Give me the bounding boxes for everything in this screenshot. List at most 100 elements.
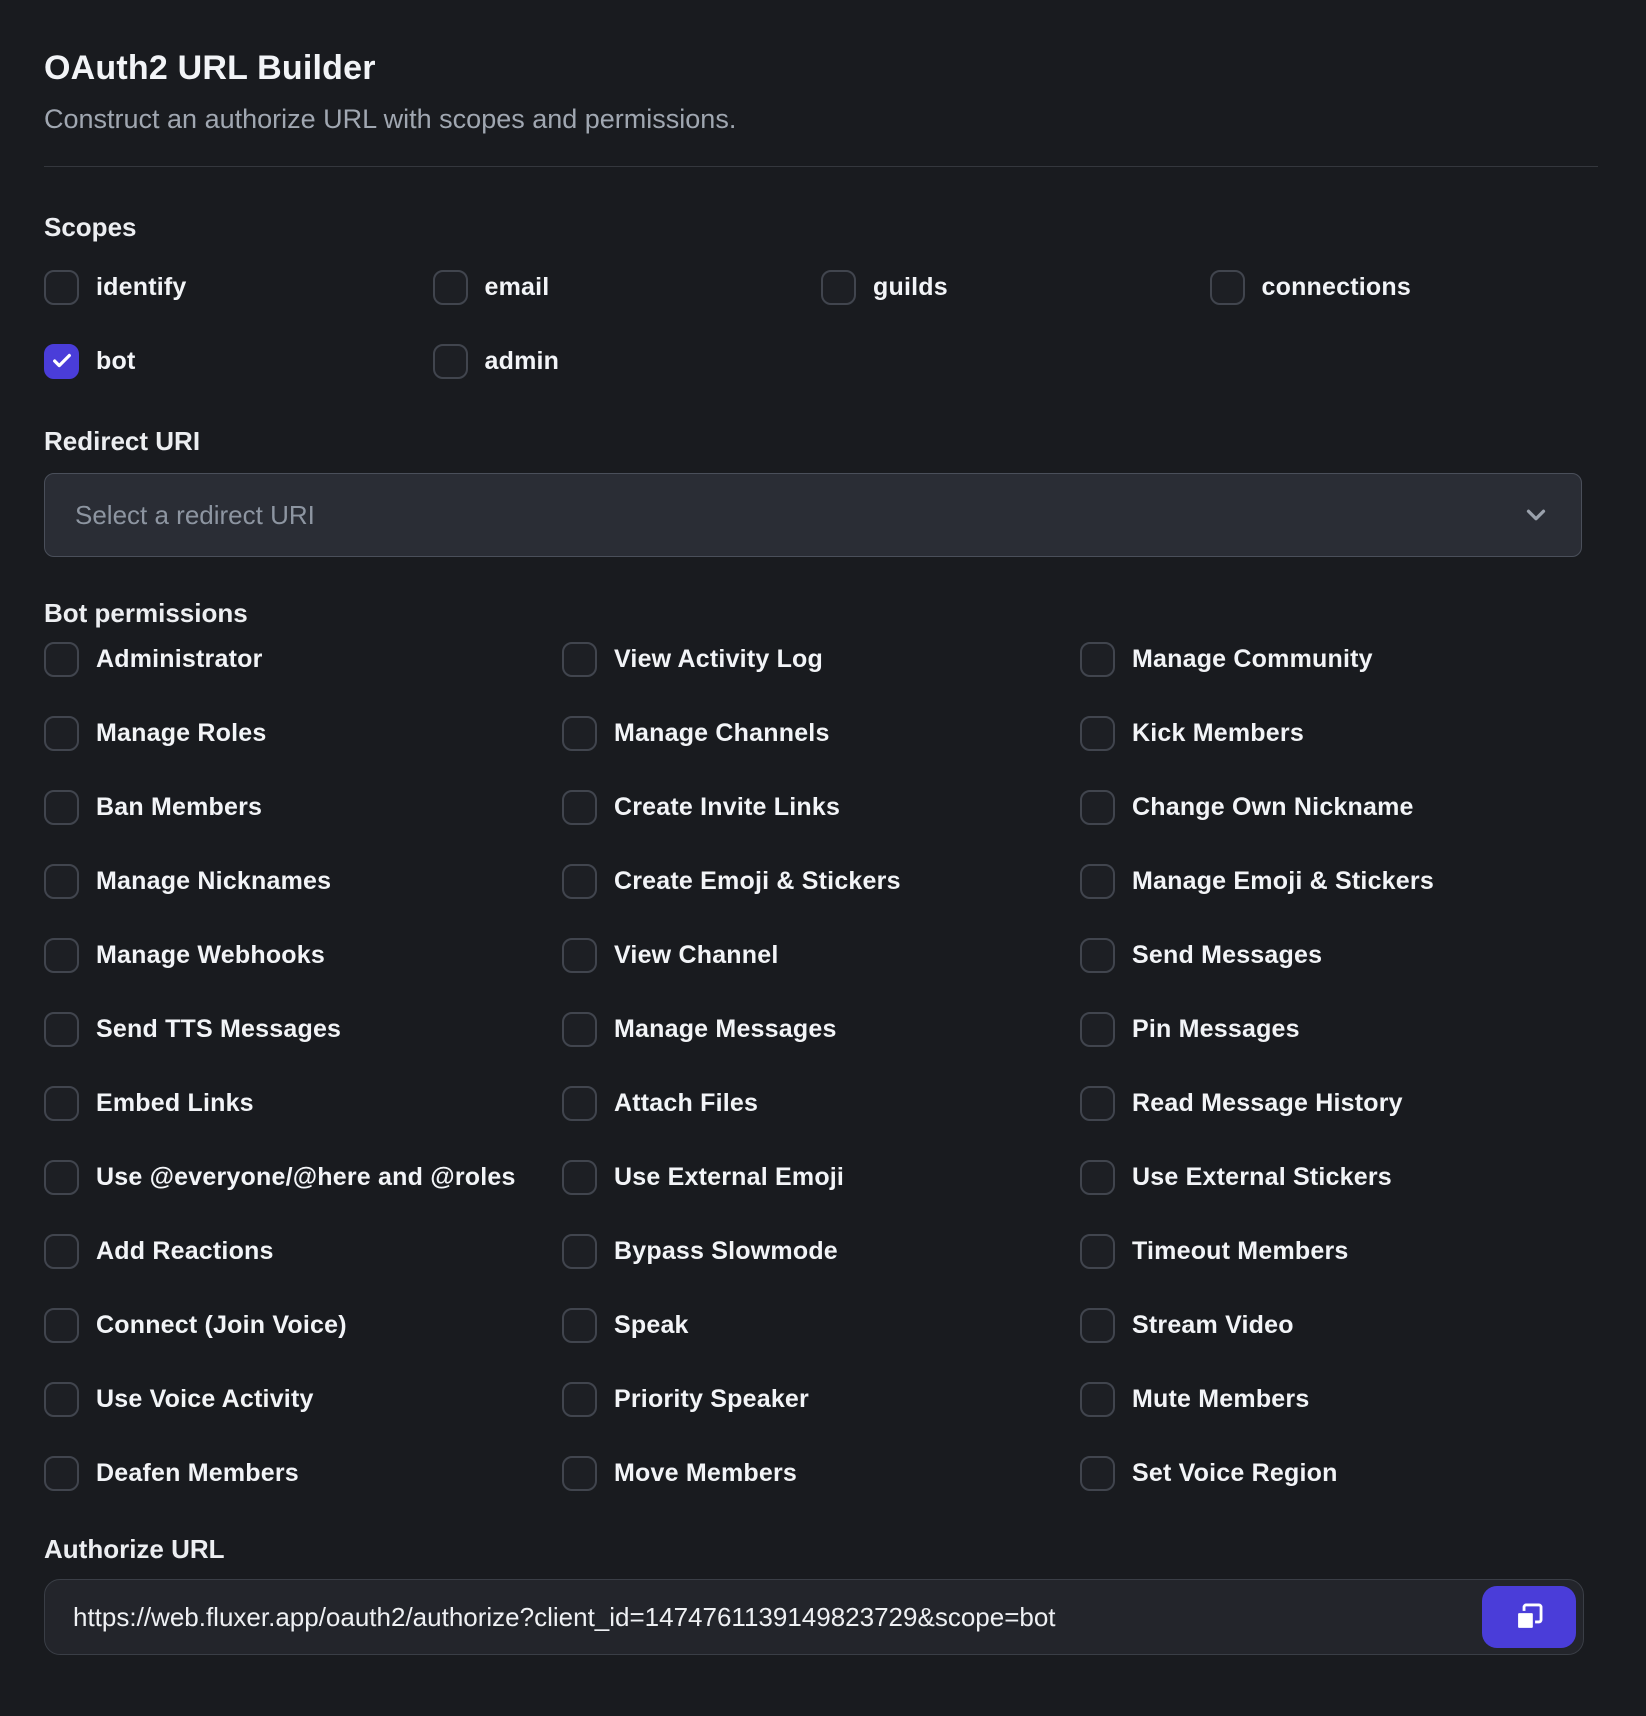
permission-checkbox-embed-links[interactable]: Embed Links — [44, 1085, 562, 1121]
checkbox-label: Use @everyone/@here and @roles — [96, 1163, 516, 1192]
checkbox-box[interactable] — [44, 1456, 79, 1491]
checkbox-box[interactable] — [1080, 1086, 1115, 1121]
permission-checkbox-manage-roles[interactable]: Manage Roles — [44, 715, 562, 751]
permission-checkbox-kick-members[interactable]: Kick Members — [1080, 715, 1598, 751]
checkbox-box[interactable] — [1080, 1382, 1115, 1417]
checkbox-box[interactable] — [1080, 1012, 1115, 1047]
permission-checkbox-mute-members[interactable]: Mute Members — [1080, 1381, 1598, 1417]
checkbox-box[interactable] — [562, 716, 597, 751]
scope-checkbox-admin[interactable]: admin — [433, 343, 822, 379]
scopes-heading: Scopes — [44, 211, 1598, 243]
permission-checkbox-speak[interactable]: Speak — [562, 1307, 1080, 1343]
checkbox-label: connections — [1262, 273, 1411, 302]
checkbox-box[interactable] — [44, 1382, 79, 1417]
scope-checkbox-guilds[interactable]: guilds — [821, 269, 1210, 305]
checkbox-box[interactable] — [44, 716, 79, 751]
checkbox-box[interactable] — [562, 1456, 597, 1491]
permission-checkbox-manage-nicknames[interactable]: Manage Nicknames — [44, 863, 562, 899]
permission-checkbox-set-voice-region[interactable]: Set Voice Region — [1080, 1455, 1598, 1491]
permission-checkbox-bypass-slowmode[interactable]: Bypass Slowmode — [562, 1233, 1080, 1269]
checkbox-box[interactable] — [1080, 1456, 1115, 1491]
checkbox-box[interactable] — [44, 1308, 79, 1343]
checkbox-box[interactable] — [821, 270, 856, 305]
permission-checkbox-use-external-stickers[interactable]: Use External Stickers — [1080, 1159, 1598, 1195]
checkbox-box[interactable] — [1080, 1308, 1115, 1343]
checkbox-box[interactable] — [1080, 716, 1115, 751]
checkbox-box[interactable] — [44, 938, 79, 973]
checkbox-label: Send TTS Messages — [96, 1015, 341, 1044]
permission-checkbox-view-channel[interactable]: View Channel — [562, 937, 1080, 973]
checkbox-box[interactable] — [1210, 270, 1245, 305]
scope-checkbox-identify[interactable]: identify — [44, 269, 433, 305]
checkbox-box[interactable] — [1080, 1160, 1115, 1195]
redirect-uri-select[interactable]: Select a redirect URI — [44, 473, 1582, 557]
checkbox-box[interactable] — [562, 864, 597, 899]
checkbox-box[interactable] — [433, 270, 468, 305]
checkbox-label: Manage Webhooks — [96, 941, 325, 970]
checkbox-box[interactable] — [1080, 642, 1115, 677]
checkbox-box[interactable] — [562, 1086, 597, 1121]
permission-checkbox-use-voice-activity[interactable]: Use Voice Activity — [44, 1381, 562, 1417]
checkbox-box[interactable] — [562, 1160, 597, 1195]
scope-checkbox-connections[interactable]: connections — [1210, 269, 1599, 305]
permission-checkbox-administrator[interactable]: Administrator — [44, 641, 562, 677]
permission-checkbox-connect-join-voice[interactable]: Connect (Join Voice) — [44, 1307, 562, 1343]
checkbox-label: Deafen Members — [96, 1459, 299, 1488]
checkbox-box[interactable] — [562, 938, 597, 973]
permission-checkbox-read-message-history[interactable]: Read Message History — [1080, 1085, 1598, 1121]
permission-checkbox-manage-community[interactable]: Manage Community — [1080, 641, 1598, 677]
bot-permissions-grid: Administrator View Activity Log Manage C… — [44, 641, 1598, 1491]
permission-checkbox-attach-files[interactable]: Attach Files — [562, 1085, 1080, 1121]
checkbox-label: Create Emoji & Stickers — [614, 867, 901, 896]
permission-checkbox-deafen-members[interactable]: Deafen Members — [44, 1455, 562, 1491]
checkbox-box[interactable] — [562, 1234, 597, 1269]
permission-checkbox-manage-messages[interactable]: Manage Messages — [562, 1011, 1080, 1047]
permission-checkbox-create-invite-links[interactable]: Create Invite Links — [562, 789, 1080, 825]
permission-checkbox-timeout-members[interactable]: Timeout Members — [1080, 1233, 1598, 1269]
checkbox-box[interactable] — [44, 642, 79, 677]
checkbox-box[interactable] — [44, 344, 79, 379]
permission-checkbox-manage-channels[interactable]: Manage Channels — [562, 715, 1080, 751]
permission-checkbox-ban-members[interactable]: Ban Members — [44, 789, 562, 825]
permission-checkbox-stream-video[interactable]: Stream Video — [1080, 1307, 1598, 1343]
permission-checkbox-priority-speaker[interactable]: Priority Speaker — [562, 1381, 1080, 1417]
checkbox-box[interactable] — [1080, 864, 1115, 899]
permission-checkbox-use-external-emoji[interactable]: Use External Emoji — [562, 1159, 1080, 1195]
scope-checkbox-bot[interactable]: bot — [44, 343, 433, 379]
checkbox-box[interactable] — [1080, 938, 1115, 973]
scope-checkbox-email[interactable]: email — [433, 269, 822, 305]
permission-checkbox-create-emoji-stickers[interactable]: Create Emoji & Stickers — [562, 863, 1080, 899]
checkbox-box[interactable] — [1080, 1234, 1115, 1269]
divider — [44, 166, 1598, 167]
checkbox-label: Ban Members — [96, 793, 262, 822]
permission-checkbox-move-members[interactable]: Move Members — [562, 1455, 1080, 1491]
authorize-url-input[interactable] — [45, 1580, 1482, 1654]
checkbox-box[interactable] — [562, 790, 597, 825]
permission-checkbox-send-tts-messages[interactable]: Send TTS Messages — [44, 1011, 562, 1047]
checkbox-box[interactable] — [44, 790, 79, 825]
check-icon — [51, 350, 73, 372]
permission-checkbox-manage-emoji-stickers[interactable]: Manage Emoji & Stickers — [1080, 863, 1598, 899]
checkbox-box[interactable] — [44, 1234, 79, 1269]
checkbox-box[interactable] — [562, 1382, 597, 1417]
checkbox-box[interactable] — [562, 1012, 597, 1047]
checkbox-box[interactable] — [1080, 790, 1115, 825]
permission-checkbox-send-messages[interactable]: Send Messages — [1080, 937, 1598, 973]
checkbox-box[interactable] — [44, 1012, 79, 1047]
permission-checkbox-add-reactions[interactable]: Add Reactions — [44, 1233, 562, 1269]
checkbox-box[interactable] — [44, 1160, 79, 1195]
chevron-down-icon — [1521, 500, 1551, 530]
checkbox-box[interactable] — [44, 864, 79, 899]
permission-checkbox-view-activity-log[interactable]: View Activity Log — [562, 641, 1080, 677]
copy-url-button[interactable] — [1482, 1586, 1576, 1648]
permission-checkbox-change-own-nickname[interactable]: Change Own Nickname — [1080, 789, 1598, 825]
checkbox-label: View Activity Log — [614, 645, 823, 674]
checkbox-box[interactable] — [44, 270, 79, 305]
permission-checkbox-pin-messages[interactable]: Pin Messages — [1080, 1011, 1598, 1047]
permission-checkbox-manage-webhooks[interactable]: Manage Webhooks — [44, 937, 562, 973]
checkbox-box[interactable] — [433, 344, 468, 379]
checkbox-box[interactable] — [44, 1086, 79, 1121]
checkbox-box[interactable] — [562, 1308, 597, 1343]
checkbox-box[interactable] — [562, 642, 597, 677]
permission-checkbox-use-everyone-here-and-roles[interactable]: Use @everyone/@here and @roles — [44, 1159, 562, 1195]
